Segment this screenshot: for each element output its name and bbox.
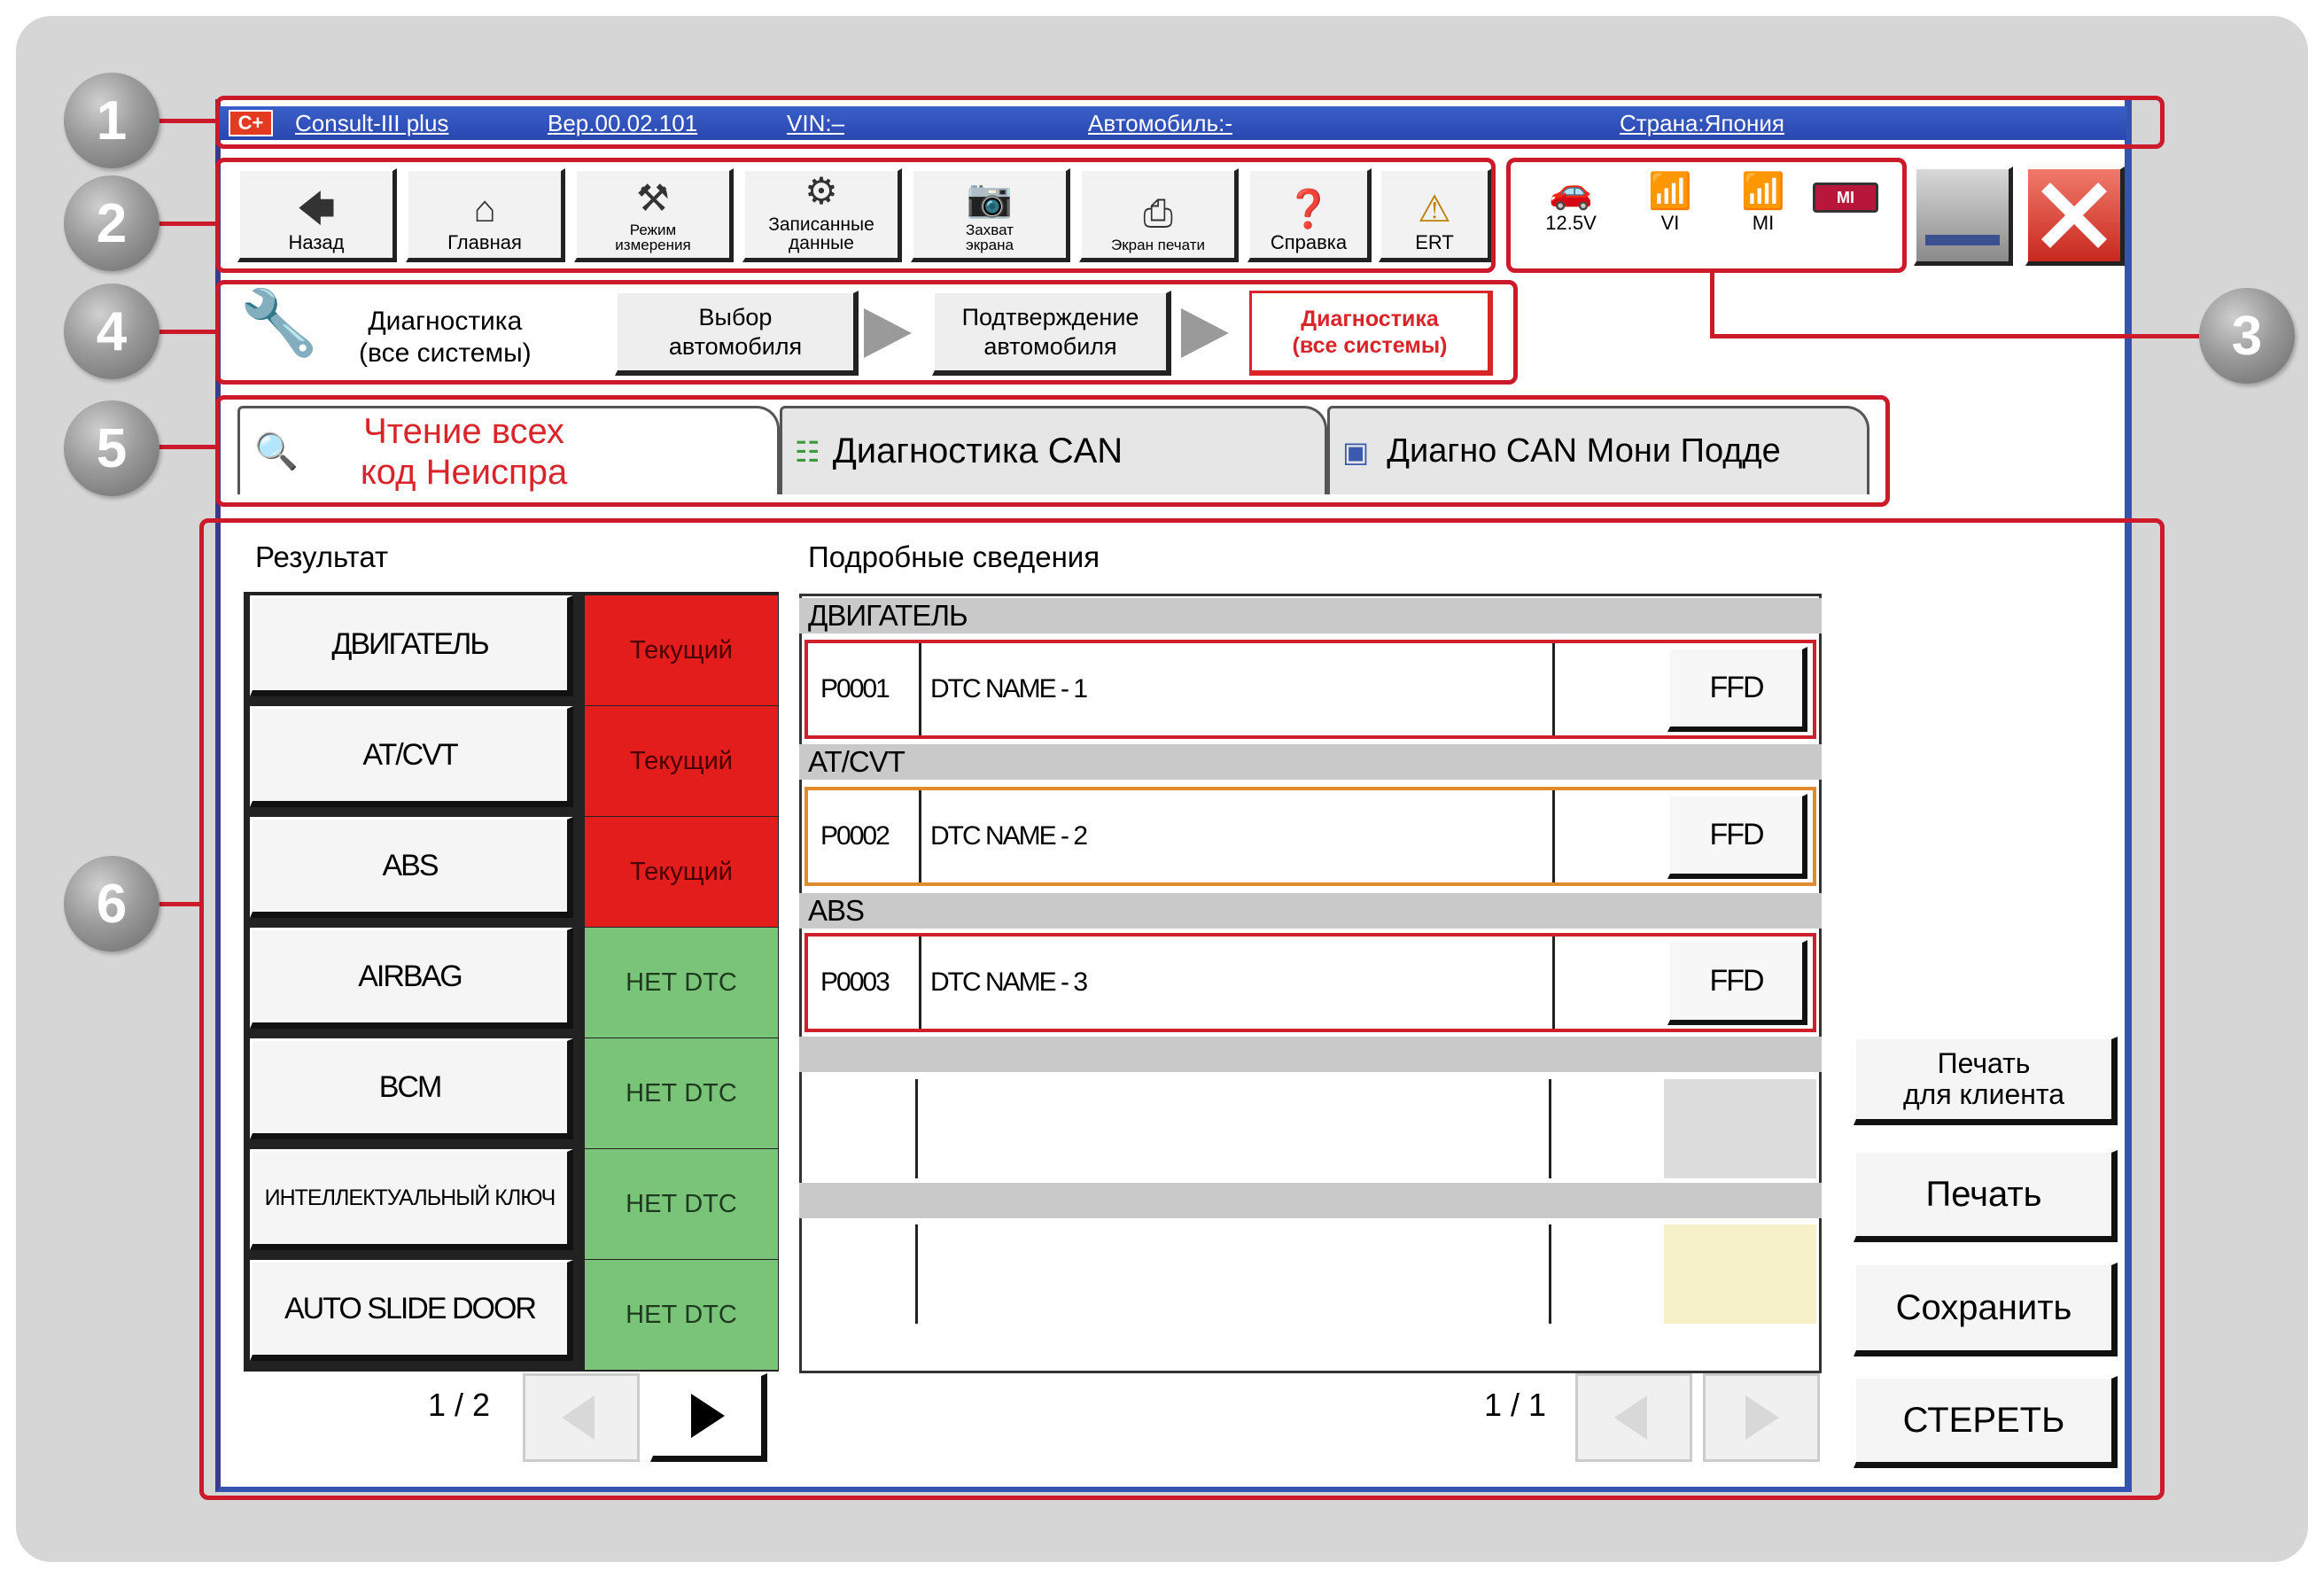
close-button[interactable] (2025, 167, 2125, 266)
callout-leader (158, 902, 202, 906)
callout-leader (158, 445, 218, 449)
highlight-title-bar (215, 96, 2165, 149)
callout-leader (158, 330, 218, 334)
callout-6: 6 (64, 856, 159, 952)
minimize-icon (1925, 235, 2000, 245)
callout-2: 2 (64, 175, 159, 271)
highlight-content (199, 518, 2165, 1500)
minimize-button[interactable] (1914, 167, 2013, 266)
callout-leader (158, 119, 218, 123)
callout-1: 1 (64, 73, 159, 168)
close-icon (2041, 183, 2107, 248)
callout-leader (1710, 334, 2199, 338)
callout-leader (1710, 271, 1714, 338)
highlight-toolbar (215, 158, 1496, 273)
highlight-status (1506, 158, 1907, 273)
highlight-breadcrumb (215, 280, 1518, 385)
callout-3: 3 (2199, 288, 2295, 384)
callout-5: 5 (64, 400, 159, 496)
highlight-tabs (215, 395, 1890, 507)
callout-4: 4 (64, 284, 159, 379)
callout-leader (158, 222, 218, 226)
